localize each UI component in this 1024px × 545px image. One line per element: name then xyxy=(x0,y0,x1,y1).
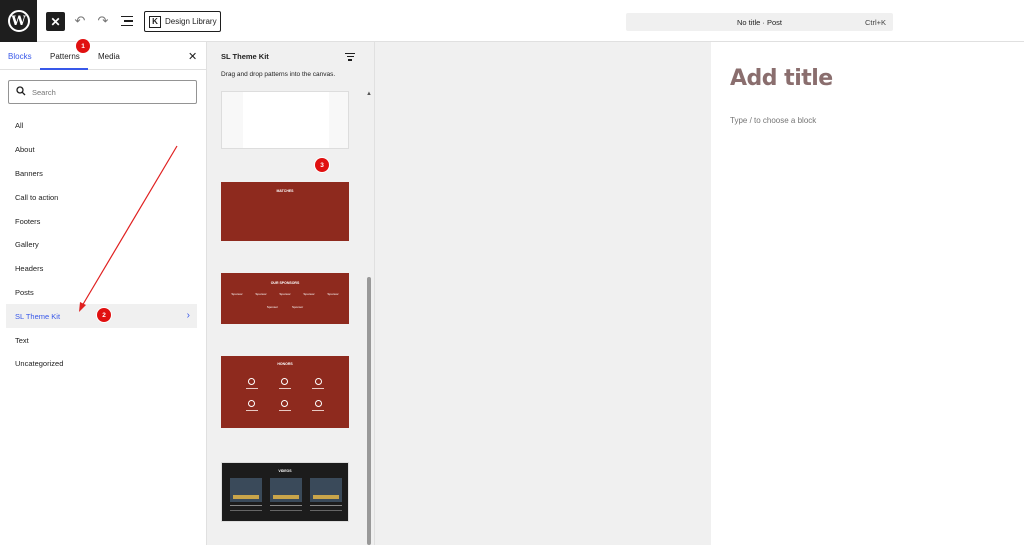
trophy-icon xyxy=(268,394,301,416)
scrollbar-thumb[interactable] xyxy=(367,277,371,545)
tab-blocks[interactable]: Blocks xyxy=(8,52,32,61)
redo-icon: ↷ xyxy=(97,13,109,28)
sponsor-item: Sponsor xyxy=(279,292,291,296)
undo-button[interactable]: ↶ xyxy=(72,12,88,30)
wordpress-icon: W xyxy=(7,10,30,32)
scroll-up-arrow-icon[interactable]: ▲ xyxy=(366,91,372,97)
sponsor-row: Sponsor Sponsor Sponsor Sponsor Sponsor xyxy=(221,292,349,296)
pattern-preview-blank[interactable] xyxy=(221,91,349,149)
active-tab-indicator xyxy=(40,68,88,70)
sponsor-item: Sponsor xyxy=(255,292,267,296)
close-sidebar-button[interactable]: ✕ xyxy=(188,50,197,63)
panel-description: Drag and drop patterns into the canvas. xyxy=(221,71,336,78)
category-call-to-action[interactable]: Call to action xyxy=(0,185,206,209)
sponsor-item: Sponsor xyxy=(292,305,304,309)
annotation-badge-2: 2 xyxy=(97,308,111,322)
category-gallery[interactable]: Gallery xyxy=(0,233,206,257)
editor-top-bar: W ✕ ↶ ↷ K Design Library No title · Post… xyxy=(0,0,1024,42)
category-label: Call to action xyxy=(15,192,59,202)
category-posts[interactable]: Posts xyxy=(0,281,206,305)
sponsor-item: Sponsor xyxy=(266,305,278,309)
trophy-icon xyxy=(268,372,301,394)
block-appender-hint[interactable]: Type / to choose a block xyxy=(730,116,816,125)
panel-title: SL Theme Kit xyxy=(221,52,269,61)
category-footers[interactable]: Footers xyxy=(0,209,206,233)
category-label: Text xyxy=(15,335,29,345)
category-label: Uncategorized xyxy=(15,359,64,369)
annotation-badge-3: 3 xyxy=(315,158,329,172)
chevron-right-icon: › xyxy=(186,310,190,322)
redo-button[interactable]: ↷ xyxy=(95,12,111,30)
design-library-button[interactable]: K Design Library xyxy=(144,11,221,32)
pattern-preview-videos[interactable]: VIDEOS xyxy=(221,462,349,522)
tab-patterns[interactable]: Patterns xyxy=(50,52,80,61)
sponsor-item: Sponsor xyxy=(303,292,315,296)
category-label: SL Theme Kit xyxy=(15,311,61,321)
video-thumbnail xyxy=(270,478,302,502)
list-view-icon xyxy=(121,13,133,30)
category-label: Banners xyxy=(15,168,43,178)
category-label: Footers xyxy=(15,216,41,226)
video-thumbnails xyxy=(230,478,342,502)
video-thumbnail xyxy=(310,478,342,502)
category-label: Gallery xyxy=(15,240,39,250)
kadence-icon: K xyxy=(149,15,161,28)
pattern-preview-matches[interactable]: MATCHES xyxy=(221,182,349,241)
editor-root: W ✕ ↶ ↷ K Design Library No title · Post… xyxy=(0,0,1024,545)
honors-grid xyxy=(235,372,335,416)
search-icon xyxy=(16,85,26,99)
sponsor-row: Sponsor Sponsor xyxy=(221,305,349,309)
pattern-preview-sponsors[interactable]: OUR SPONSORS Sponsor Sponsor Sponsor Spo… xyxy=(221,273,349,324)
filter-icon[interactable] xyxy=(345,51,355,63)
command-shortcut: Ctrl+K xyxy=(864,18,886,27)
close-inserter-button[interactable]: ✕ xyxy=(46,12,65,31)
category-headers[interactable]: Headers xyxy=(0,257,206,281)
document-title: No title · Post xyxy=(736,18,782,27)
category-label: About xyxy=(15,145,35,155)
tab-media[interactable]: Media xyxy=(98,52,120,61)
pattern-category-list: All About Banners Call to action Footers… xyxy=(0,114,206,376)
canvas-backdrop xyxy=(375,42,711,545)
trophy-icon xyxy=(235,394,268,416)
pattern-heading: HONORS xyxy=(277,362,293,366)
wordpress-logo-button[interactable]: W xyxy=(0,0,37,42)
category-all[interactable]: All xyxy=(0,114,206,138)
post-title-placeholder[interactable]: Add title xyxy=(730,66,833,91)
block-inserter-sidebar: Blocks Patterns Media ✕ All About Banner… xyxy=(0,42,207,545)
design-library-label: Design Library xyxy=(165,17,217,26)
annotation-badge-1: 1 xyxy=(76,39,90,53)
category-label: Posts xyxy=(15,287,34,297)
category-label: All xyxy=(15,121,24,131)
trophy-icon xyxy=(302,394,335,416)
pattern-thumbnail xyxy=(243,92,329,148)
video-thumbnail xyxy=(230,478,262,502)
inserter-tabs: Blocks Patterns Media ✕ xyxy=(0,42,206,70)
pattern-heading: VIDEOS xyxy=(278,469,292,473)
pattern-preview-honors[interactable]: HONORS xyxy=(221,356,349,428)
category-banners[interactable]: Banners xyxy=(0,162,206,186)
video-captions xyxy=(230,505,342,511)
command-palette-bar[interactable]: No title · Post Ctrl+K xyxy=(626,13,893,31)
trophy-icon xyxy=(235,372,268,394)
editor-canvas[interactable]: Add title Type / to choose a block xyxy=(711,42,1024,545)
pattern-heading: MATCHES xyxy=(276,189,294,193)
sponsor-item: Sponsor xyxy=(231,292,243,296)
sponsor-item: Sponsor xyxy=(327,292,339,296)
category-text[interactable]: Text xyxy=(0,328,206,352)
patterns-explorer-panel: SL Theme Kit Drag and drop patterns into… xyxy=(207,42,375,545)
category-uncategorized[interactable]: Uncategorized xyxy=(0,352,206,376)
undo-icon: ↶ xyxy=(74,13,86,28)
pattern-search[interactable] xyxy=(8,80,197,104)
trophy-icon xyxy=(302,372,335,394)
document-overview-button[interactable] xyxy=(118,12,136,30)
search-input[interactable] xyxy=(32,87,182,97)
pattern-heading: OUR SPONSORS xyxy=(270,281,300,285)
close-icon: ✕ xyxy=(50,14,61,29)
category-label: Headers xyxy=(15,264,44,274)
category-about[interactable]: About xyxy=(0,138,206,162)
